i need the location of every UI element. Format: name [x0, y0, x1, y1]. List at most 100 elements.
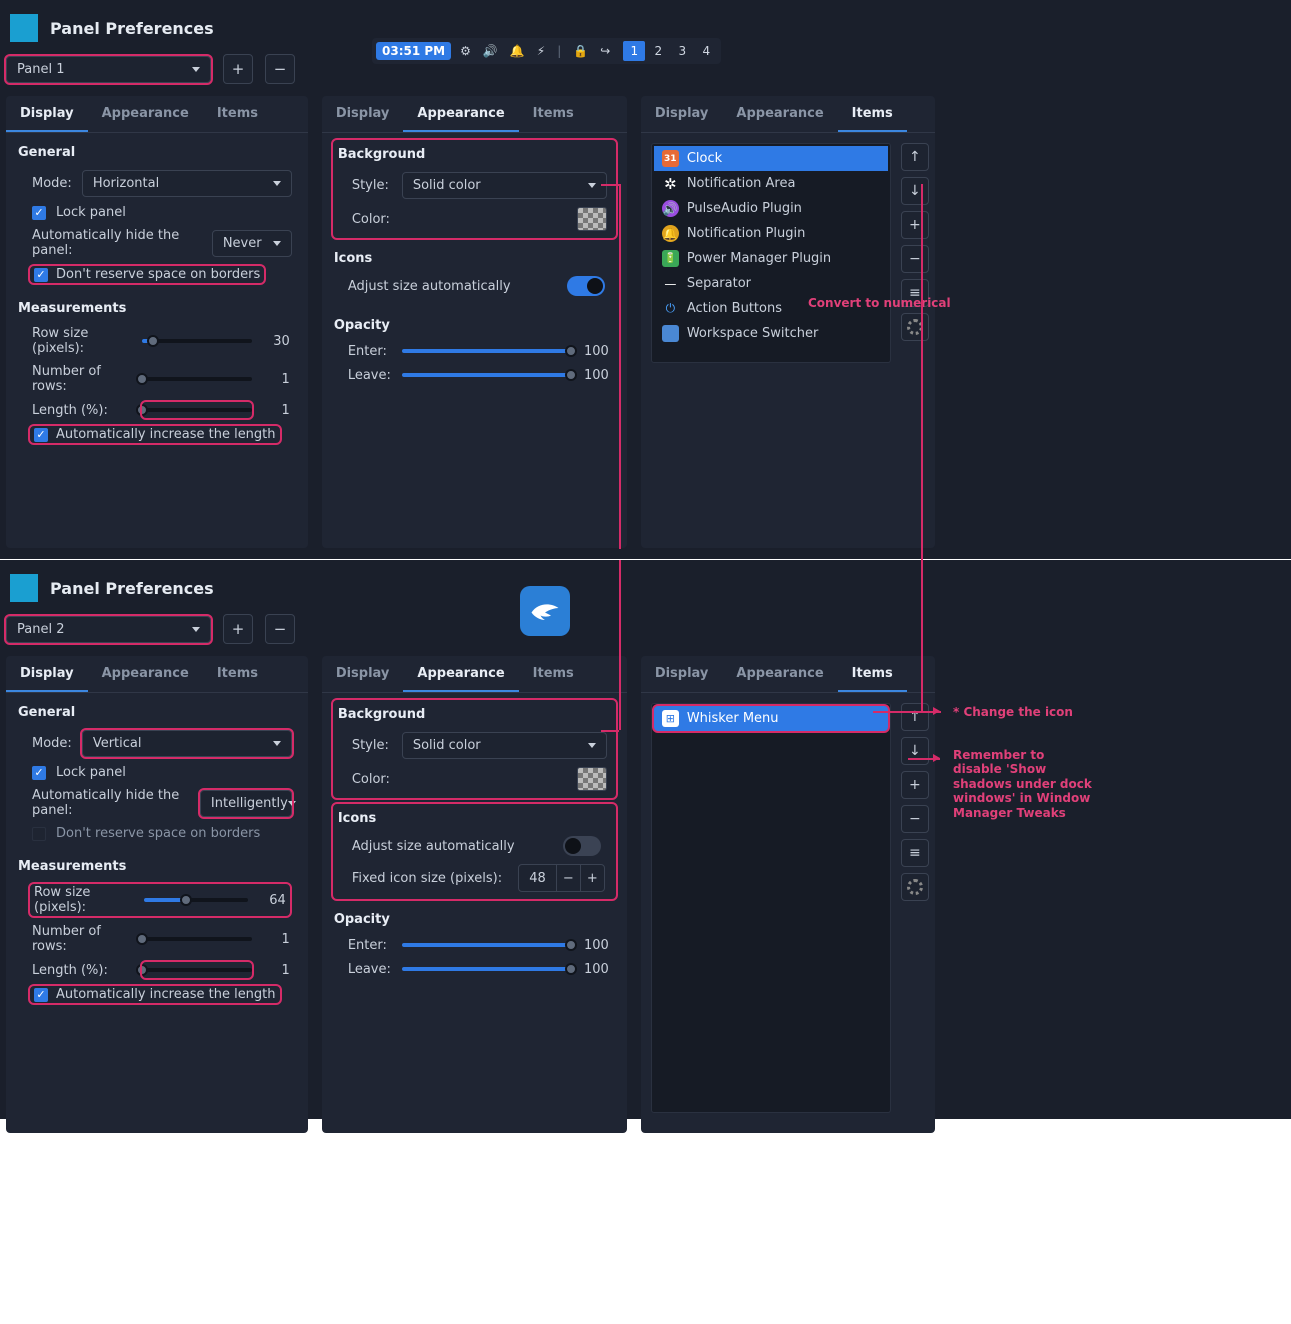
tab-appearance[interactable]: Appearance: [403, 96, 518, 132]
lock-panel-checkbox[interactable]: ✓: [32, 766, 46, 780]
tab-items[interactable]: Items: [838, 96, 907, 132]
length-slider[interactable]: [142, 402, 252, 418]
num-rows-slider[interactable]: [142, 931, 252, 947]
row-size-label: Row size (pixels):: [34, 885, 134, 915]
increment-button[interactable]: +: [580, 865, 604, 891]
display-pane: Display Appearance Items General Mode: H…: [6, 96, 308, 548]
tab-appearance[interactable]: Appearance: [88, 96, 203, 132]
lock-panel-checkbox[interactable]: ✓: [32, 206, 46, 220]
add-item-button[interactable]: +: [901, 211, 929, 239]
items-list[interactable]: ⊞Whisker Menu: [651, 703, 891, 1113]
auto-hide-select[interactable]: Intelligently: [200, 790, 292, 817]
tab-display[interactable]: Display: [322, 656, 404, 692]
adjust-size-label: Adjust size automatically: [348, 279, 511, 294]
opacity-leave-slider[interactable]: [402, 961, 571, 977]
panel-selector[interactable]: Panel 2: [6, 616, 211, 643]
length-slider[interactable]: [142, 962, 252, 978]
decrement-button[interactable]: −: [556, 865, 580, 891]
fixed-icon-size-input[interactable]: 48 − +: [518, 864, 605, 892]
appearance-pane: Display Appearance Items Background Styl…: [322, 96, 627, 548]
adjust-size-toggle[interactable]: [563, 836, 601, 856]
tab-items[interactable]: Items: [203, 96, 272, 132]
panel-selector[interactable]: Panel 1: [6, 56, 211, 83]
opacity-leave-slider[interactable]: [402, 367, 571, 383]
adjust-size-label: Adjust size automatically: [352, 839, 515, 854]
mode-select[interactable]: Vertical: [82, 730, 292, 757]
num-rows-slider[interactable]: [142, 371, 252, 387]
move-up-button[interactable]: ↑: [901, 143, 929, 171]
tab-display[interactable]: Display: [6, 656, 88, 692]
tab-appearance[interactable]: Appearance: [403, 656, 518, 692]
remove-panel-button[interactable]: −: [265, 614, 295, 644]
move-down-button[interactable]: ↓: [901, 177, 929, 205]
tab-display[interactable]: Display: [6, 96, 88, 132]
auto-length-label: Automatically increase the length: [56, 427, 276, 442]
auto-length-checkbox[interactable]: ✓: [34, 428, 48, 442]
workspace-icon: [662, 325, 679, 342]
reserve-space-checkbox[interactable]: ✓: [34, 268, 48, 282]
color-button[interactable]: [577, 207, 607, 231]
remove-item-button[interactable]: −: [901, 245, 929, 273]
tab-items[interactable]: Items: [519, 96, 588, 132]
num-rows-label: Number of rows:: [32, 924, 132, 954]
edit-item-button[interactable]: ≡: [901, 839, 929, 867]
measurements-heading: Measurements: [18, 859, 296, 874]
about-item-button[interactable]: [901, 313, 929, 341]
icons-heading: Icons: [338, 811, 611, 826]
style-label: Style:: [352, 738, 392, 753]
opacity-enter-slider[interactable]: [402, 343, 571, 359]
tab-display[interactable]: Display: [641, 96, 723, 132]
add-item-button[interactable]: +: [901, 771, 929, 799]
adjust-size-toggle[interactable]: [567, 276, 605, 296]
reserve-space-checkbox: [32, 827, 46, 841]
add-panel-button[interactable]: +: [223, 54, 253, 84]
style-label: Style:: [352, 178, 392, 193]
tab-items[interactable]: Items: [203, 656, 272, 692]
auto-hide-select[interactable]: Never: [212, 230, 292, 257]
item-power-manager: 🔋Power Manager Plugin: [654, 246, 888, 271]
color-button[interactable]: [577, 767, 607, 791]
mode-select[interactable]: Horizontal: [82, 170, 292, 197]
lock-panel-label: Lock panel: [56, 205, 126, 220]
item-notification-area: ✲Notification Area: [654, 171, 888, 196]
tab-appearance[interactable]: Appearance: [722, 656, 837, 692]
items-list[interactable]: 31Clock ✲Notification Area 🔊PulseAudio P…: [651, 143, 891, 363]
length-label: Length (%):: [32, 403, 132, 418]
row-size-slider[interactable]: [144, 892, 248, 908]
remove-panel-button[interactable]: −: [265, 54, 295, 84]
separator-icon: —: [662, 275, 679, 292]
row-size-slider[interactable]: [142, 333, 252, 349]
item-notification-plugin: 🔔Notification Plugin: [654, 221, 888, 246]
tab-display[interactable]: Display: [322, 96, 404, 132]
row-size-value: 30: [262, 334, 290, 349]
background-heading: Background: [338, 707, 611, 722]
tab-items[interactable]: Items: [519, 656, 588, 692]
tab-display[interactable]: Display: [641, 656, 723, 692]
tab-appearance[interactable]: Appearance: [88, 656, 203, 692]
speaker-icon: 🔊: [662, 200, 679, 217]
opacity-enter-label: Enter:: [348, 938, 392, 953]
life-ring-icon: [907, 319, 923, 335]
move-up-button[interactable]: ↑: [901, 703, 929, 731]
opacity-enter-slider[interactable]: [402, 937, 571, 953]
auto-hide-label: Automatically hide the panel:: [32, 228, 202, 258]
about-item-button[interactable]: [901, 873, 929, 901]
style-select[interactable]: Solid color: [402, 732, 607, 759]
item-workspace-switcher: Workspace Switcher: [654, 321, 888, 346]
length-value: 1: [262, 403, 290, 418]
opacity-leave-value: 100: [581, 368, 609, 383]
tab-items[interactable]: Items: [838, 656, 907, 692]
remove-item-button[interactable]: −: [901, 805, 929, 833]
window-title: Panel Preferences: [50, 19, 214, 38]
bell-icon: 🔔: [662, 225, 679, 242]
tab-appearance[interactable]: Appearance: [722, 96, 837, 132]
general-heading: General: [18, 145, 296, 160]
items-pane: Display Appearance Items ⊞Whisker Menu ↑…: [641, 656, 935, 1133]
reserve-space-label: Don't reserve space on borders: [56, 826, 260, 841]
life-ring-icon: [907, 879, 923, 895]
style-select[interactable]: Solid color: [402, 172, 607, 199]
auto-length-checkbox[interactable]: ✓: [34, 988, 48, 1002]
move-down-button[interactable]: ↓: [901, 737, 929, 765]
opacity-heading: Opacity: [334, 318, 615, 333]
add-panel-button[interactable]: +: [223, 614, 253, 644]
